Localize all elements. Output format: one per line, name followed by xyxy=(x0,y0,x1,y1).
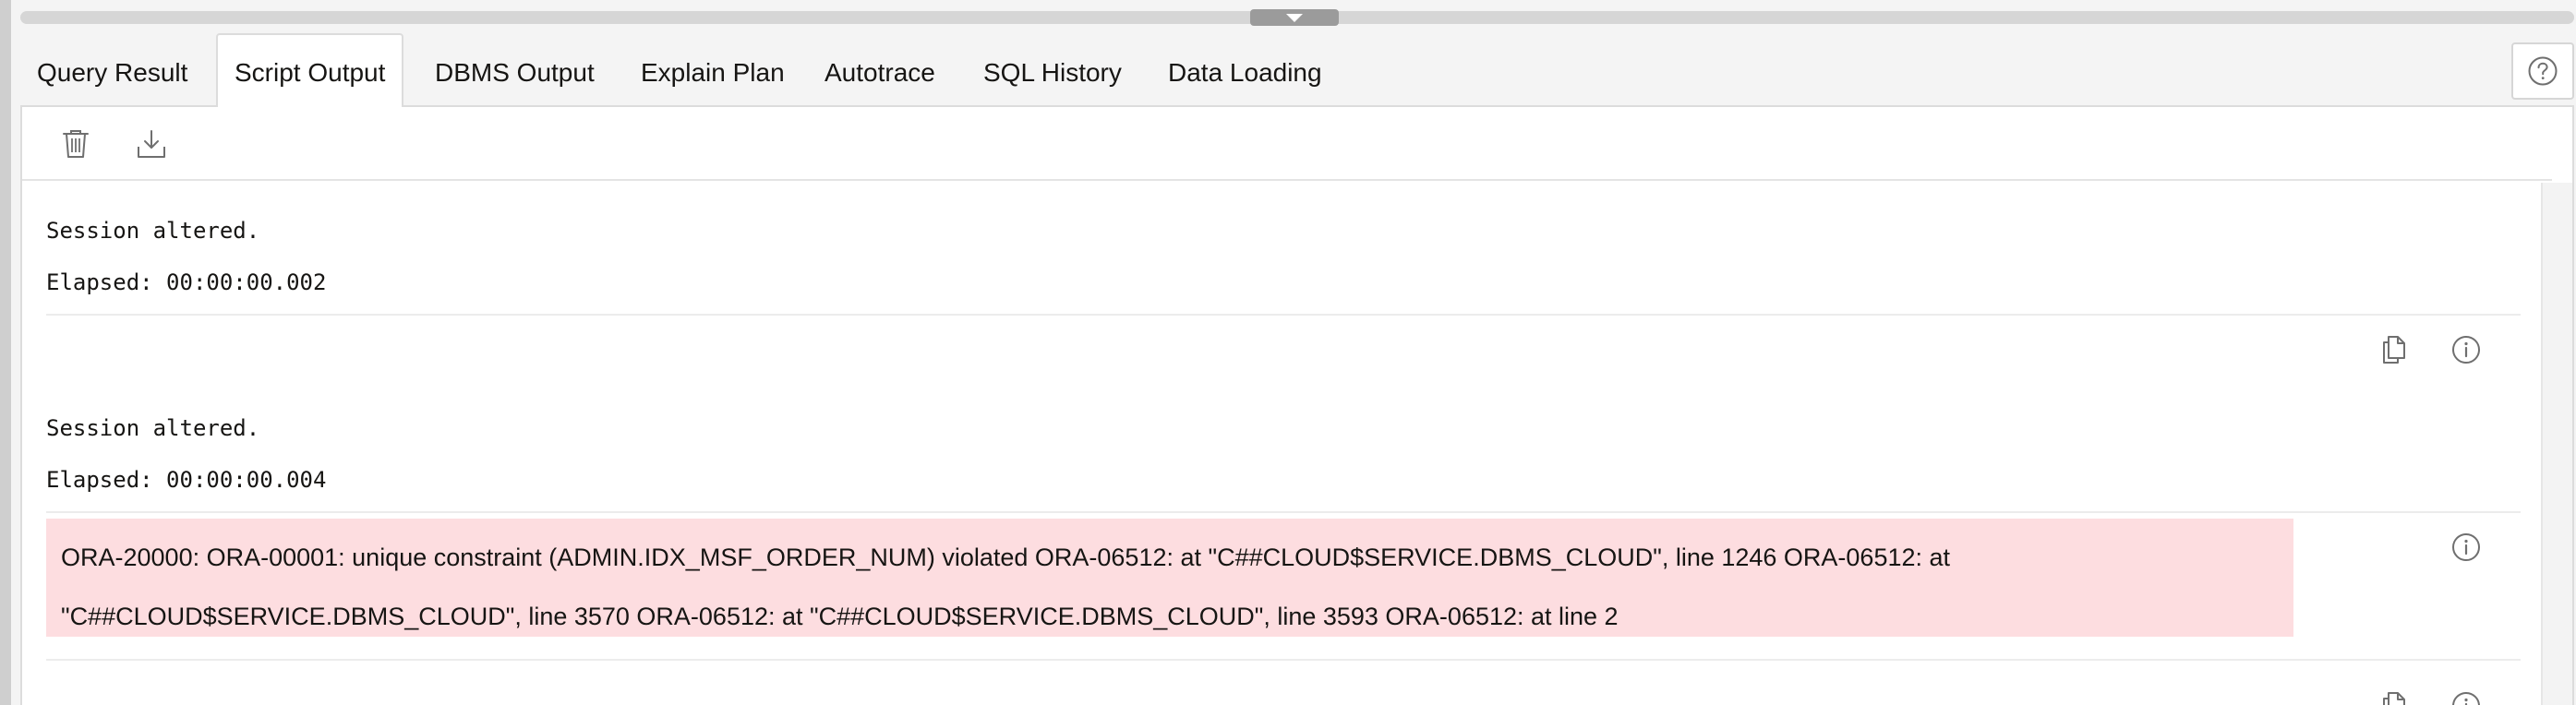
output-elapsed: Elapsed: 00:00:00.002 xyxy=(46,269,327,295)
script-output-log: Session altered. Elapsed: 00:00:00.002 S… xyxy=(22,183,2521,705)
output-message: Session altered. xyxy=(46,415,260,441)
download-icon xyxy=(138,130,165,158)
chevron-down-icon xyxy=(1286,13,1303,22)
info-icon xyxy=(2452,533,2480,561)
help-button[interactable] xyxy=(2511,42,2574,100)
output-divider xyxy=(46,511,2521,513)
copy-output-button[interactable] xyxy=(2377,332,2412,367)
error-info-button[interactable] xyxy=(2449,530,2484,565)
output-message: Session altered. xyxy=(46,218,260,244)
output-elapsed: Elapsed: 00:00:00.004 xyxy=(46,467,327,493)
clear-output-button[interactable] xyxy=(57,125,94,162)
tab-data-loading[interactable]: Data Loading xyxy=(1168,35,1322,107)
tab-query-result[interactable]: Query Result xyxy=(37,35,187,107)
tab-script-output[interactable]: Script Output xyxy=(216,33,404,107)
copy-icon xyxy=(2383,336,2405,364)
output-divider xyxy=(46,314,2521,316)
error-message-line: ORA-20000: ORA-00001: unique constraint … xyxy=(61,544,1951,571)
trash-icon xyxy=(63,130,89,158)
tab-sql-history[interactable]: SQL History xyxy=(983,35,1122,107)
info-icon xyxy=(2452,692,2480,705)
info-icon xyxy=(2452,336,2480,364)
error-message-box: ORA-20000: ORA-00001: unique constraint … xyxy=(46,519,2293,637)
output-tabbar: Query Result Script Output DBMS Output E… xyxy=(20,33,2574,107)
output-divider xyxy=(46,659,2521,661)
statement-info-button[interactable] xyxy=(2449,332,2484,367)
tab-explain-plan[interactable]: Explain Plan xyxy=(641,35,785,107)
help-icon xyxy=(2528,56,2558,86)
output-toolbar xyxy=(22,107,2552,181)
left-edge-bar xyxy=(0,0,11,705)
download-output-button[interactable] xyxy=(133,125,170,162)
script-output-window: Query Result Script Output DBMS Output E… xyxy=(0,0,2576,705)
output-scrollbar[interactable] xyxy=(2541,183,2572,705)
splitter-collapse-handle[interactable] xyxy=(1250,9,1339,26)
script-output-panel: Session altered. Elapsed: 00:00:00.002 S… xyxy=(20,105,2574,705)
copy-output-button[interactable] xyxy=(2377,688,2412,705)
error-message-line: "C##CLOUD$SERVICE.DBMS_CLOUD", line 3570… xyxy=(61,603,1619,630)
tab-dbms-output[interactable]: DBMS Output xyxy=(435,35,595,107)
statement-info-button[interactable] xyxy=(2449,688,2484,705)
tab-autotrace[interactable]: Autotrace xyxy=(825,35,935,107)
copy-icon xyxy=(2383,692,2405,705)
